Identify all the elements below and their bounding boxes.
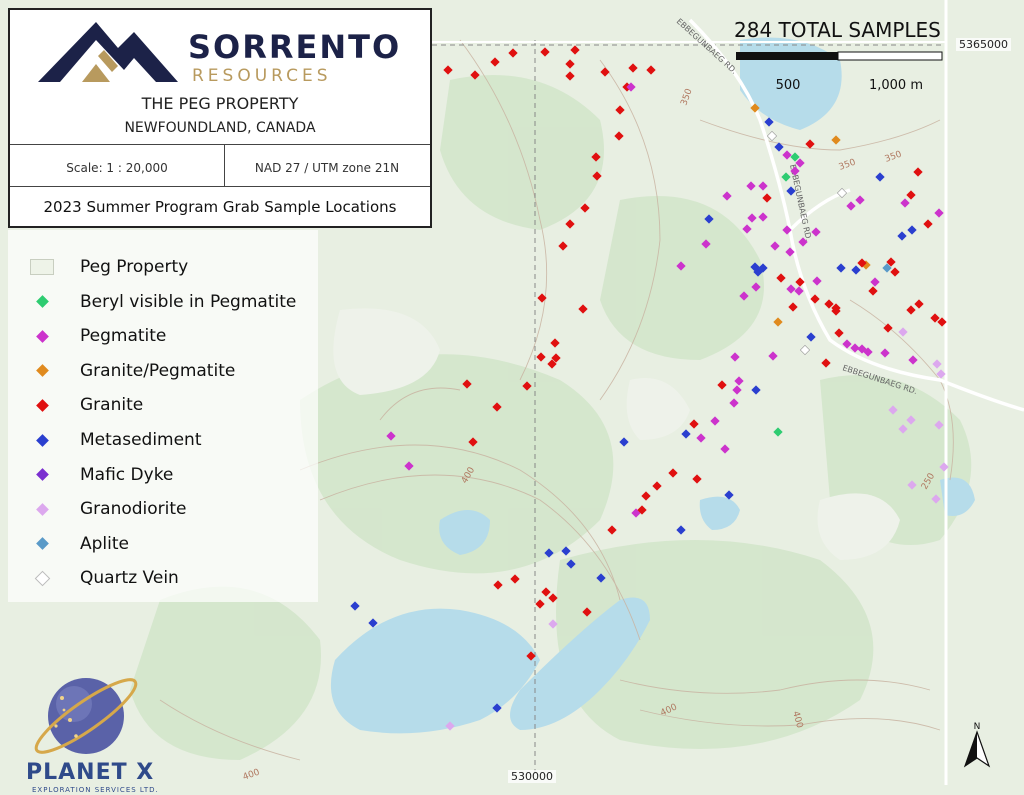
legend-item: Granite/Pegmatite [30,356,235,386]
map-scale: Scale: 1 : 20,000 [66,161,168,175]
property-name: THE PEG PROPERTY [141,94,299,113]
north-label: N [973,722,981,732]
diamond-swatch-icon [30,362,54,380]
legend-label: Granodiorite [80,499,187,520]
diamond-swatch-icon [30,500,54,518]
diamond-swatch-icon [30,293,54,311]
sorrento-mark-icon [38,22,178,82]
legend-item: Mafic Dyke [30,460,173,490]
diamond-swatch-icon [30,466,54,484]
total-samples-label: 284 TOTAL SAMPLES [734,18,941,42]
legend-item: Metasediment [30,425,202,455]
legend-label: Granite/Pegmatite [80,360,236,381]
legend-label: Mafic Dyke [80,464,174,485]
legend-item: Quartz Vein [30,563,179,593]
legend-item: Aplite [30,529,129,559]
planetx-logo: PLANET X EXPLORATION SERVICES LTD. [16,668,166,794]
diamond-swatch-icon [30,431,54,449]
easting-label: 530000 [508,770,556,783]
legend-label: Metasediment [80,430,202,450]
map-frame: EBBEGUNBAEG RD. EBBEGUNBAEG RD. EBBEGUNB… [0,0,1024,795]
diamond-swatch-icon [30,535,54,553]
legend-label: Granite [80,395,144,416]
planetx-sub: EXPLORATION SERVICES LTD. [32,786,159,794]
diamond-swatch-icon [30,396,54,414]
polygon-swatch-icon [30,258,54,276]
legend-label: Aplite [80,533,129,554]
divider [10,144,430,145]
planet-icon [34,678,138,754]
scalebar-label-1000: 1,000 m [869,78,923,93]
legend-label: Beryl visible in Pegmatite [80,291,297,312]
legend-item: Peg Property [30,252,188,282]
legend-item: Pegmatite [30,321,166,351]
legend-label: Pegmatite [80,326,167,347]
title-box: SORRENTO RESOURCES THE PEG PROPERTY NEWF… [8,8,432,228]
scalebar-label-500: 500 [776,78,801,93]
divider [10,186,430,187]
map-title: 2023 Summer Program Grab Sample Location… [43,198,397,216]
legend-item: Beryl visible in Pegmatite [30,287,296,317]
diamond-swatch-icon [30,327,54,345]
legend-label: Quartz Vein [80,568,179,589]
company-name: SORRENTO [188,28,402,66]
legend-item: Granite [30,390,143,420]
property-location: NEWFOUNDLAND, CANADA [124,120,316,136]
legend-item: Granodiorite [30,494,187,524]
sorrento-logo: SORRENTO RESOURCES [38,20,418,90]
diamond-swatch-icon [30,569,54,587]
planetx-name: PLANET X [26,760,155,785]
legend: Peg Property Beryl visible in Pegmatite Pe… [8,230,318,602]
north-arrow: N [960,722,994,770]
company-sub: RESOURCES [192,66,332,86]
legend-label: Peg Property [80,257,189,277]
northing-label: 5365000 [956,38,1011,51]
map-datum: NAD 27 / UTM zone 21N [254,161,400,175]
